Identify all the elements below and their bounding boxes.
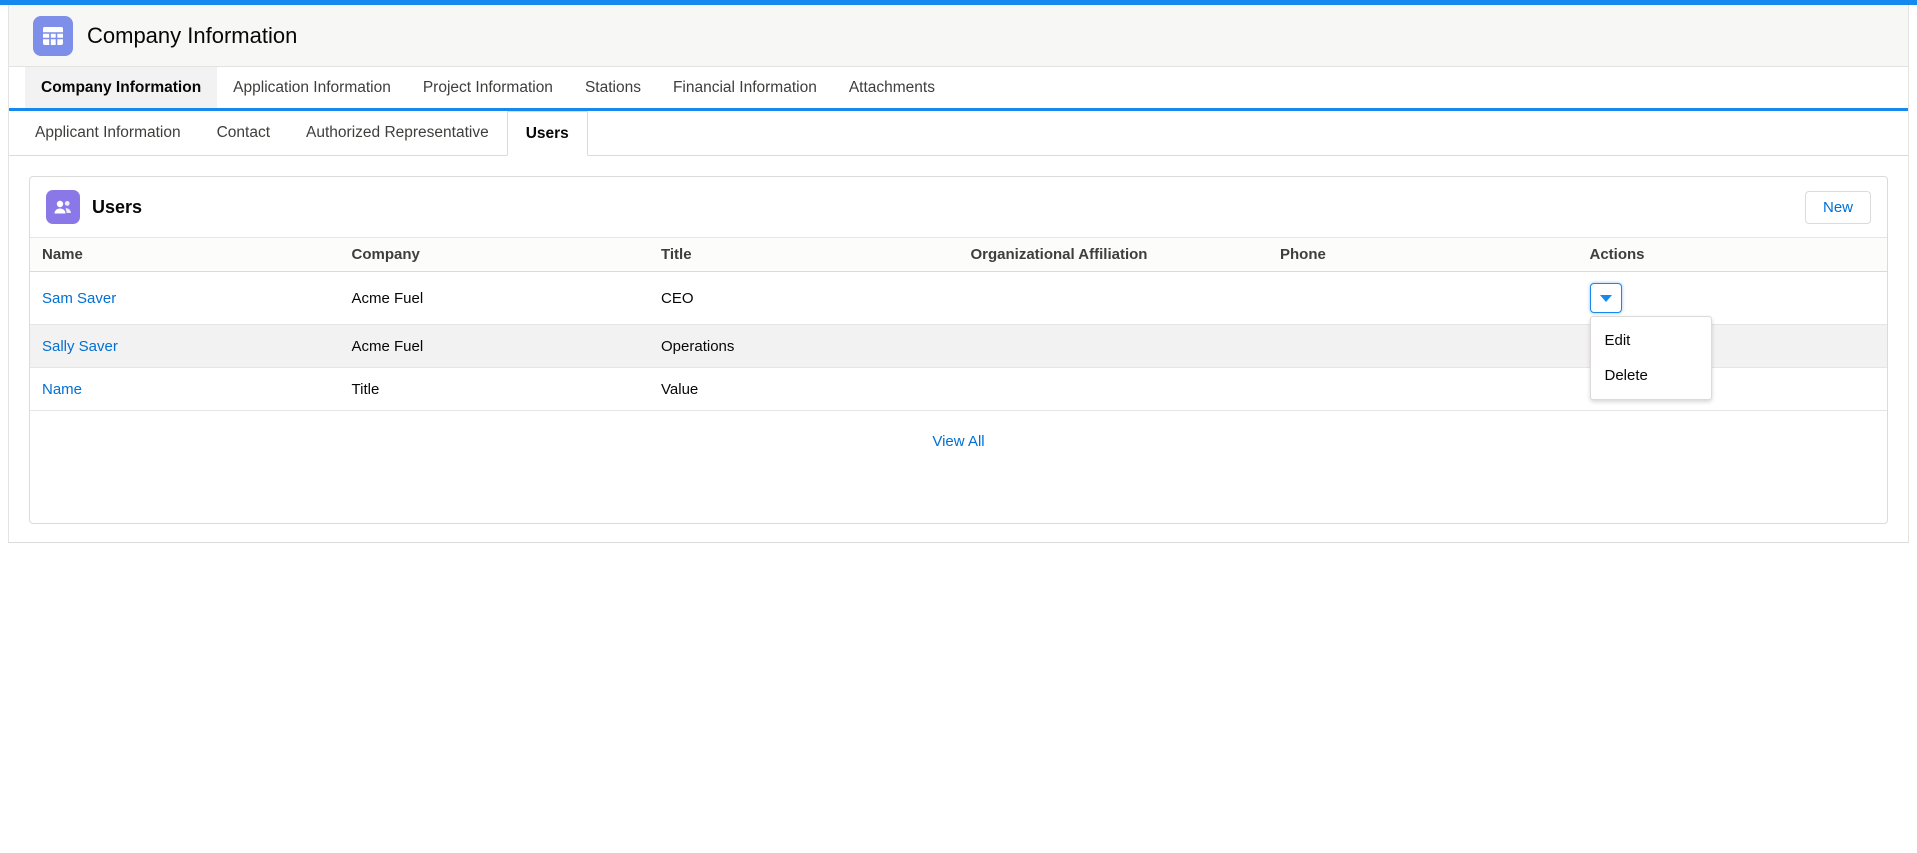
users-card-title: Users xyxy=(92,197,142,218)
title-cell: CEO xyxy=(649,272,959,325)
view-all-link[interactable]: View All xyxy=(932,433,984,450)
row-actions-menu: Edit Delete xyxy=(1590,316,1712,400)
page-title: Company Information xyxy=(87,23,297,49)
users-icon xyxy=(46,190,80,224)
subtab-authorized-representative[interactable]: Authorized Representative xyxy=(288,111,507,155)
users-table-head: Name Company Title Organizational Affili… xyxy=(30,238,1887,272)
subtab-applicant-information[interactable]: Applicant Information xyxy=(17,111,199,155)
menu-item-delete[interactable]: Delete xyxy=(1591,358,1711,393)
column-header-title: Title xyxy=(649,238,959,272)
users-card-header: Users New xyxy=(30,177,1887,237)
users-glyph-icon xyxy=(53,197,73,217)
main-tab-bar: Company Information Application Informat… xyxy=(9,67,1908,111)
title-cell: Value xyxy=(649,368,959,411)
subtab-users[interactable]: Users xyxy=(507,111,588,156)
user-name-link[interactable]: Sam Saver xyxy=(42,290,116,307)
column-header-actions: Actions xyxy=(1578,238,1888,272)
sub-tab-bar: Applicant Information Contact Authorized… xyxy=(9,111,1908,156)
company-cell: Title xyxy=(340,368,650,411)
user-name-link[interactable]: Name xyxy=(42,381,82,398)
users-table-body: Sam Saver Acme Fuel CEO Edit Delete xyxy=(30,272,1887,411)
view-all-row: View All xyxy=(30,411,1887,523)
tab-attachments[interactable]: Attachments xyxy=(833,67,951,108)
page-frame: Company Information Company Information … xyxy=(8,5,1909,543)
phone-cell xyxy=(1268,325,1578,368)
table-grid-icon xyxy=(42,25,64,47)
org-affiliation-cell xyxy=(959,368,1269,411)
row-actions-button[interactable] xyxy=(1590,283,1622,313)
org-affiliation-cell xyxy=(959,325,1269,368)
users-table: Name Company Title Organizational Affili… xyxy=(30,237,1887,411)
user-name-link[interactable]: Sally Saver xyxy=(42,338,118,355)
users-card: Users New Name Company Title Organizatio… xyxy=(29,176,1888,524)
column-header-organizational-affiliation: Organizational Affiliation xyxy=(959,238,1269,272)
title-cell: Operations xyxy=(649,325,959,368)
phone-cell xyxy=(1268,368,1578,411)
column-header-company: Company xyxy=(340,238,650,272)
org-affiliation-cell xyxy=(959,272,1269,325)
tab-financial-information[interactable]: Financial Information xyxy=(657,67,833,108)
tab-stations[interactable]: Stations xyxy=(569,67,657,108)
subtab-contact[interactable]: Contact xyxy=(199,111,288,155)
header-row: Name Company Title Organizational Affili… xyxy=(30,238,1887,272)
tab-project-information[interactable]: Project Information xyxy=(407,67,569,108)
tab-company-information[interactable]: Company Information xyxy=(25,67,217,108)
content-area: Users New Name Company Title Organizatio… xyxy=(9,156,1908,524)
company-cell: Acme Fuel xyxy=(340,325,650,368)
company-info-icon xyxy=(33,16,73,56)
tab-application-information[interactable]: Application Information xyxy=(217,67,407,108)
column-header-phone: Phone xyxy=(1268,238,1578,272)
global-header: Company Information xyxy=(9,5,1908,67)
menu-item-edit[interactable]: Edit xyxy=(1591,323,1711,358)
user-row: Sam Saver Acme Fuel CEO Edit Delete xyxy=(30,272,1887,325)
chevron-down-icon xyxy=(1600,295,1612,302)
company-cell: Acme Fuel xyxy=(340,272,650,325)
column-header-name: Name xyxy=(30,238,340,272)
phone-cell xyxy=(1268,272,1578,325)
actions-cell: Edit Delete xyxy=(1578,272,1888,325)
new-user-button[interactable]: New xyxy=(1805,191,1871,224)
